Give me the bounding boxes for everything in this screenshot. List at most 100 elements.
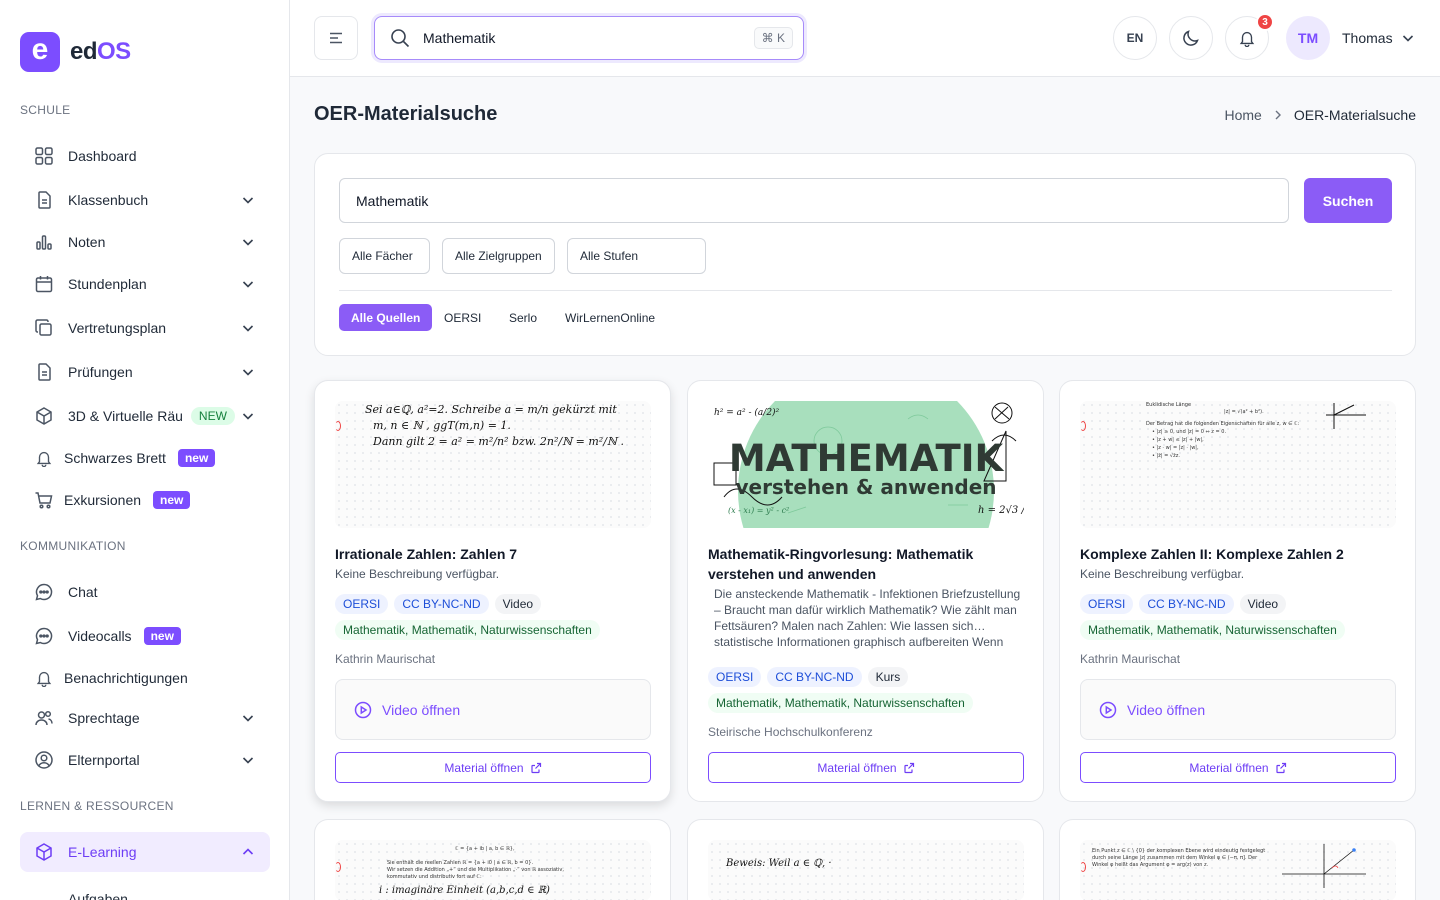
divider	[339, 290, 1392, 291]
chevron-down-icon	[242, 369, 254, 376]
user-name[interactable]: Thomas	[1342, 30, 1393, 46]
bell-icon	[1239, 31, 1255, 47]
sidebar-item-noten[interactable]: Noten	[20, 222, 270, 262]
card-tags: OERSI CC BY-NC-ND Video	[335, 594, 542, 614]
cube-icon	[34, 842, 54, 862]
sidebar-item-virtuelle-raeume[interactable]: 3D & Virtuelle Räu NEW	[20, 396, 270, 436]
sidebar-item-label: Sprechtage	[68, 710, 140, 726]
svg-text:h² = a² - (a/2)²: h² = a² - (a/2)²	[714, 407, 780, 418]
chevron-down-icon	[242, 197, 254, 204]
tag-source: OERSI	[708, 667, 762, 687]
search-shortcut-hint: ⌘ K	[753, 27, 793, 49]
global-search-input[interactable]	[423, 30, 743, 46]
logo-text: edOS	[70, 38, 131, 65]
logo-icon: e	[20, 32, 60, 72]
new-badge: new	[153, 491, 191, 509]
svg-text:h = 2√3 / 5: h = 2√3 / 5	[978, 505, 1024, 516]
material-card[interactable]: h² = a² - (a/2)² (x - x₁) = y² - c² h = …	[687, 380, 1044, 802]
open-material-button[interactable]: Material öffnen	[1080, 752, 1396, 783]
sidebar-item-label: Noten	[68, 234, 106, 250]
material-card[interactable]: Euklidische Länge |z| = √(a² + b²). Der …	[1059, 380, 1416, 802]
card-thumbnail: Sei a∈ℚ, a²=2. Schreibe a = m/n gekürzt …	[335, 401, 651, 528]
sidebar-item-label: Benachrichtigungen	[64, 670, 188, 686]
avatar[interactable]: TM	[1286, 16, 1330, 60]
chevron-down-icon	[242, 281, 254, 288]
chevron-down-icon	[242, 757, 254, 764]
tag-type: Kurs	[867, 667, 909, 687]
breadcrumb-home[interactable]: Home	[1224, 107, 1261, 123]
card-thumbnail: ℂ = {a + ib | a, b ∈ ℝ}, Sie enthält die…	[335, 840, 651, 900]
logo[interactable]: e edOS	[20, 32, 131, 72]
search-button[interactable]: Suchen	[1304, 178, 1392, 223]
exam-document-icon	[34, 362, 54, 382]
source-tab-alle[interactable]: Alle Quellen	[339, 304, 433, 331]
sidebar-item-chat[interactable]: Chat	[20, 572, 270, 612]
source-tab-oersi[interactable]: OERSI	[432, 304, 493, 331]
chevron-up-icon	[242, 848, 254, 855]
filter-stufen[interactable]: Alle Stufen	[567, 238, 706, 274]
sidebar-item-vertretungsplan[interactable]: Vertretungsplan	[20, 308, 270, 348]
copy-icon	[34, 318, 54, 338]
sidebar-item-label: Schwarzes Brett	[64, 450, 166, 466]
tag-type: Video	[494, 594, 542, 614]
filter-zielgruppen[interactable]: Alle Zielgruppen	[442, 238, 555, 274]
global-search[interactable]: ⌘ K	[374, 16, 804, 60]
breadcrumb: Home OER-Materialsuche	[1224, 107, 1416, 123]
card-title[interactable]: Komplexe Zahlen II: Komplexe Zahlen 2	[1080, 544, 1396, 564]
chevron-down-icon[interactable]	[1400, 30, 1416, 46]
sidebar-item-benachrichtigungen[interactable]: Benachrichtigungen	[20, 658, 270, 698]
tag-license: CC BY-NC-ND	[1139, 594, 1234, 614]
card-author: Kathrin Maurischat	[335, 652, 436, 666]
tag-source: OERSI	[1080, 594, 1134, 614]
sidebar-item-klassenbuch[interactable]: Klassenbuch	[20, 180, 270, 220]
sidebar-item-sprechtage[interactable]: Sprechtage	[20, 698, 270, 738]
material-search-input[interactable]	[339, 178, 1289, 223]
material-card[interactable]: Beweis: Weil a ∈ ℚ, ·	[687, 819, 1044, 900]
sidebar: e edOS SCHULE Dashboard Klassenbuch Note…	[0, 0, 290, 900]
card-description: Keine Beschreibung verfügbar.	[1080, 567, 1245, 581]
sidebar-subitem-aufgaben[interactable]: Aufgaben	[68, 891, 128, 900]
moon-icon	[1183, 30, 1199, 46]
grid-icon	[34, 146, 54, 166]
breadcrumb-current: OER-Materialsuche	[1293, 107, 1416, 123]
material-card[interactable]: Ein Punkt z ∈ ℂ \ {0} der komplexen Eben…	[1059, 819, 1416, 900]
external-link-icon	[530, 762, 541, 773]
sidebar-item-elternportal[interactable]: Elternportal	[20, 740, 270, 780]
card-description: Keine Beschreibung verfügbar.	[335, 567, 500, 581]
card-title[interactable]: Mathematik-Ringvorlesung: Mathematik ver…	[708, 544, 1024, 584]
open-material-button[interactable]: Material öffnen	[708, 752, 1024, 783]
dark-mode-button[interactable]	[1169, 16, 1213, 60]
sidebar-item-pruefungen[interactable]: Prüfungen	[20, 352, 270, 392]
sidebar-item-dashboard[interactable]: Dashboard	[20, 136, 270, 176]
sidebar-item-schwarzes-brett[interactable]: Schwarzes Brett new	[20, 438, 270, 478]
filter-faecher[interactable]: Alle Fächer	[339, 238, 430, 274]
video-chat-icon	[34, 626, 54, 646]
open-material-button[interactable]: Material öffnen	[335, 752, 651, 783]
language-button[interactable]: EN	[1113, 16, 1157, 60]
open-video-button[interactable]: Video öffnen	[335, 679, 651, 740]
sidebar-item-stundenplan[interactable]: Stundenplan	[20, 264, 270, 304]
sidebar-item-label: Videocalls	[68, 628, 132, 644]
card-title[interactable]: Irrationale Zahlen: Zahlen 7	[335, 544, 651, 564]
sidebar-item-videocalls[interactable]: Videocalls new	[20, 616, 270, 656]
menu-toggle-button[interactable]	[314, 16, 358, 60]
tag-license: CC BY-NC-ND	[394, 594, 489, 614]
material-card[interactable]: ℂ = {a + ib | a, b ∈ ℝ}, Sie enthält die…	[314, 819, 671, 900]
sidebar-item-label: Exkursionen	[64, 492, 142, 508]
source-tab-serlo[interactable]: Serlo	[497, 304, 549, 331]
material-card[interactable]: Sei a∈ℚ, a²=2. Schreibe a = m/n gekürzt …	[314, 380, 671, 802]
chevron-down-icon	[242, 715, 254, 722]
svg-text:(x - x₁) = y² - c²: (x - x₁) = y² - c²	[728, 506, 789, 515]
chevron-down-icon	[242, 413, 254, 420]
notifications-button[interactable]: 3	[1225, 13, 1274, 60]
open-video-button[interactable]: Video öffnen	[1080, 679, 1396, 740]
source-tab-wirlernenonline[interactable]: WirLernenOnline	[553, 304, 667, 331]
external-link-icon	[1275, 762, 1286, 773]
sidebar-item-exkursionen[interactable]: Exkursionen new	[20, 480, 270, 520]
tag-subjects: Mathematik, Mathematik, Naturwissenschaf…	[335, 620, 600, 640]
play-circle-icon	[354, 701, 372, 718]
sidebar-item-label: Klassenbuch	[68, 192, 149, 208]
chevron-right-icon	[1275, 110, 1281, 120]
page-title: OER-Materialsuche	[314, 103, 498, 125]
sidebar-item-elearning[interactable]: E-Learning	[20, 832, 270, 872]
